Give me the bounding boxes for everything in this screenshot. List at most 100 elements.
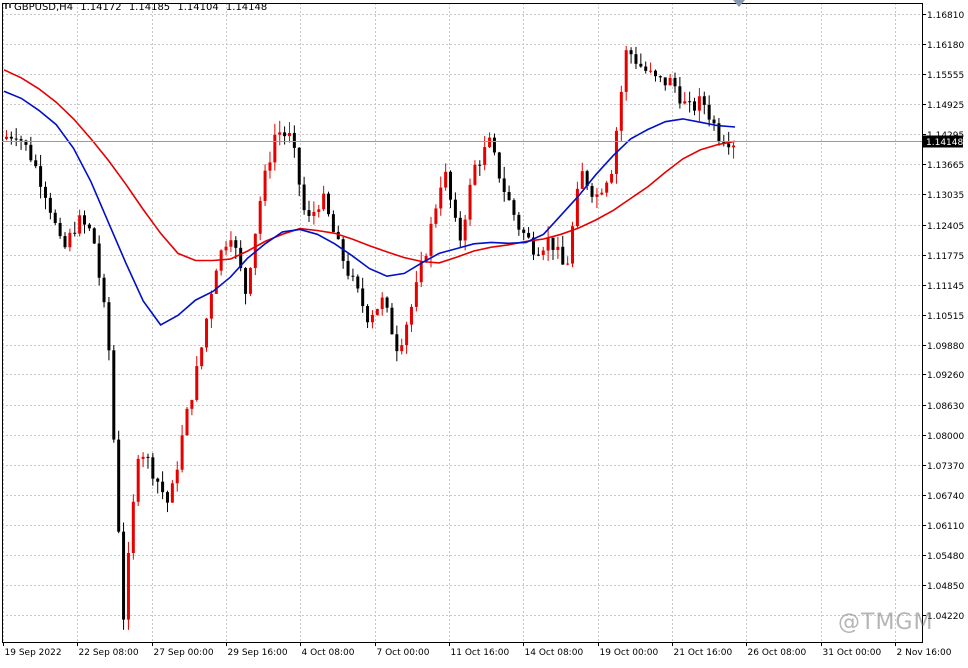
candle <box>253 233 257 276</box>
candle <box>287 122 291 143</box>
chart-canvas[interactable]: 1.168101.161801.155551.149251.142951.136… <box>0 0 968 664</box>
candle <box>83 210 87 234</box>
candle-body <box>190 399 194 409</box>
candle <box>14 128 18 147</box>
candle-body <box>287 132 291 137</box>
candle-body <box>512 200 516 215</box>
candle-body <box>248 267 252 294</box>
candle <box>312 201 316 225</box>
y-tick-label: 1.09880 <box>927 342 964 352</box>
candle <box>102 273 106 308</box>
candle <box>541 246 545 261</box>
candle-body <box>331 214 335 232</box>
candle <box>571 221 575 268</box>
candle <box>527 227 531 239</box>
symbol-header: GBPUSD,H4 1.14172 1.14185 1.14104 1.1414… <box>4 2 271 13</box>
candle-body <box>556 246 560 250</box>
candle-body <box>488 137 492 148</box>
candle-body <box>224 246 228 251</box>
candle <box>575 181 579 228</box>
candle <box>126 541 130 630</box>
candle <box>244 267 248 305</box>
candle <box>722 135 726 147</box>
candle-body <box>151 457 155 479</box>
candle <box>453 192 457 222</box>
candle-body <box>107 302 111 351</box>
close-value: 1.14148 <box>225 2 268 13</box>
candle-body <box>536 254 540 256</box>
candle-body <box>478 164 482 166</box>
candle <box>649 62 653 74</box>
candle <box>614 127 618 184</box>
y-tick-label: 1.11145 <box>927 282 964 292</box>
candle-body <box>205 318 209 348</box>
candle-body <box>53 212 57 224</box>
candle-body <box>141 456 145 459</box>
candle <box>9 131 13 145</box>
candle-body <box>473 164 477 185</box>
candle-body <box>346 260 350 276</box>
candle <box>458 211 462 248</box>
chart-shift-marker-icon[interactable] <box>733 0 745 7</box>
candle <box>600 188 604 196</box>
y-tick-label: 1.13665 <box>927 161 964 171</box>
candle-body <box>117 439 121 532</box>
candle-body <box>561 246 565 265</box>
candle-body <box>619 91 623 131</box>
candle <box>673 72 677 93</box>
candle <box>419 251 423 288</box>
candle <box>58 217 62 239</box>
candle-body <box>73 232 77 234</box>
grid <box>2 3 922 642</box>
candle-body <box>634 54 638 64</box>
candle <box>205 317 209 352</box>
candle <box>732 142 736 159</box>
candle <box>517 211 521 236</box>
candle-body <box>605 182 609 193</box>
candle-body <box>688 101 692 103</box>
candle-body <box>610 173 614 183</box>
candle <box>624 45 628 101</box>
candle-body <box>29 144 33 161</box>
candle-body <box>551 237 555 250</box>
candle-body <box>409 306 413 325</box>
price-chart[interactable]: 1.168101.161801.155551.149251.142951.136… <box>0 0 968 664</box>
candle <box>190 399 194 416</box>
candle-body <box>697 96 701 111</box>
x-tick-label: 31 Oct 00:00 <box>823 648 882 658</box>
candle <box>551 237 555 260</box>
candle-body <box>39 166 43 187</box>
candle-body <box>317 209 321 212</box>
candle <box>707 95 711 127</box>
candle <box>380 292 384 316</box>
candle <box>87 222 91 231</box>
candle <box>317 204 321 218</box>
candle <box>566 256 570 266</box>
candle <box>53 209 57 226</box>
y-tick-label: 1.05480 <box>927 552 964 562</box>
candle <box>170 480 174 503</box>
y-tick-label: 1.14925 <box>927 101 964 111</box>
candle-body <box>297 147 301 185</box>
candle-body <box>146 456 150 458</box>
candle-body <box>600 192 604 195</box>
candle <box>644 61 648 74</box>
candle <box>331 210 335 233</box>
candle <box>414 270 418 312</box>
candle <box>463 214 467 251</box>
x-tick-label: 19 Oct 00:00 <box>600 648 659 658</box>
candle <box>224 241 228 256</box>
candle-body <box>517 214 521 230</box>
low-value: 1.14104 <box>177 2 219 13</box>
candle-body <box>663 77 667 86</box>
candle <box>195 356 199 402</box>
candle <box>502 166 506 202</box>
y-tick-label: 1.11775 <box>927 252 964 262</box>
candle-body <box>707 104 711 120</box>
candle <box>375 308 379 316</box>
candle <box>327 191 331 217</box>
candle-body <box>385 297 389 308</box>
candle <box>619 85 623 142</box>
candle-body <box>180 435 184 470</box>
candle <box>492 133 496 156</box>
